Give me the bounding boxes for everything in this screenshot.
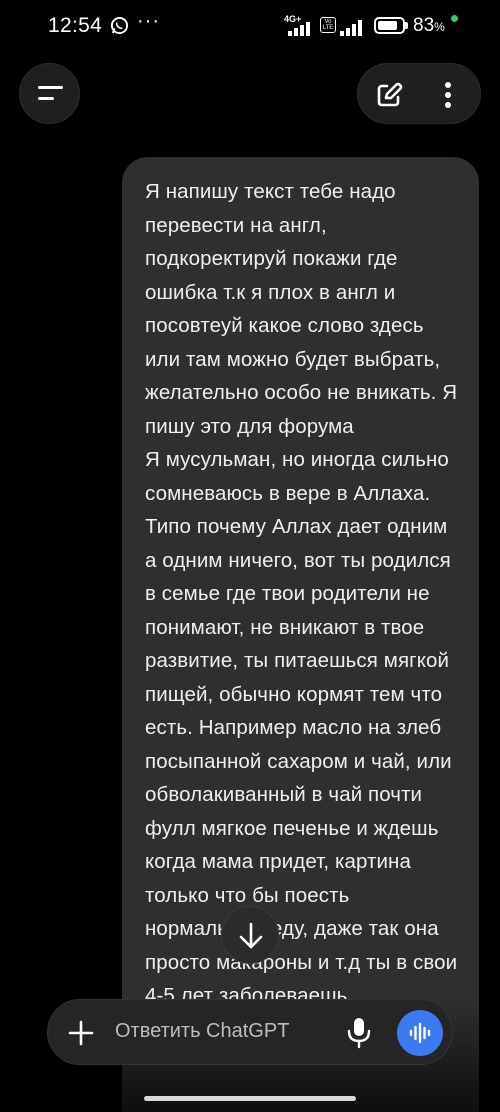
voice-waveform-icon <box>409 1022 431 1044</box>
kebab-icon[interactable] <box>442 81 454 109</box>
signal-icon-1 <box>288 22 310 36</box>
signal-icon-2 <box>340 20 362 36</box>
chat-screen: 12:54 ··· 4G+ Vo LTE 83% Я напишу текст … <box>0 0 500 1112</box>
status-time: 12:54 <box>48 14 103 37</box>
more-notifications-icon: ··· <box>137 10 160 32</box>
volte-icon: Vo LTE <box>320 17 336 33</box>
battery-icon <box>374 17 405 34</box>
header-actions <box>357 63 481 124</box>
user-message-bubble[interactable]: Я напишу текст тебе надо перевести на ан… <box>122 157 479 1112</box>
menu-icon <box>38 86 63 89</box>
privacy-indicator-dot <box>451 15 458 22</box>
battery-percent: 83% <box>413 15 445 36</box>
message-composer: Ответить ChatGPT <box>47 999 453 1065</box>
voice-mode-button[interactable] <box>397 1010 443 1056</box>
arrow-down-icon <box>239 922 263 949</box>
home-indicator[interactable] <box>144 1096 356 1101</box>
message-input[interactable]: Ответить ChatGPT <box>115 1020 289 1043</box>
plus-icon[interactable] <box>68 1020 94 1046</box>
mic-icon[interactable] <box>346 1016 372 1049</box>
edit-icon[interactable] <box>375 81 403 109</box>
sidebar-menu-button[interactable] <box>19 63 80 124</box>
scroll-down-button[interactable] <box>221 906 279 964</box>
user-message-text: Я напишу текст тебе надо перевести на ан… <box>145 180 458 1007</box>
whatsapp-icon <box>110 16 129 35</box>
status-bar: 12:54 ··· 4G+ Vo LTE 83% <box>0 0 500 52</box>
